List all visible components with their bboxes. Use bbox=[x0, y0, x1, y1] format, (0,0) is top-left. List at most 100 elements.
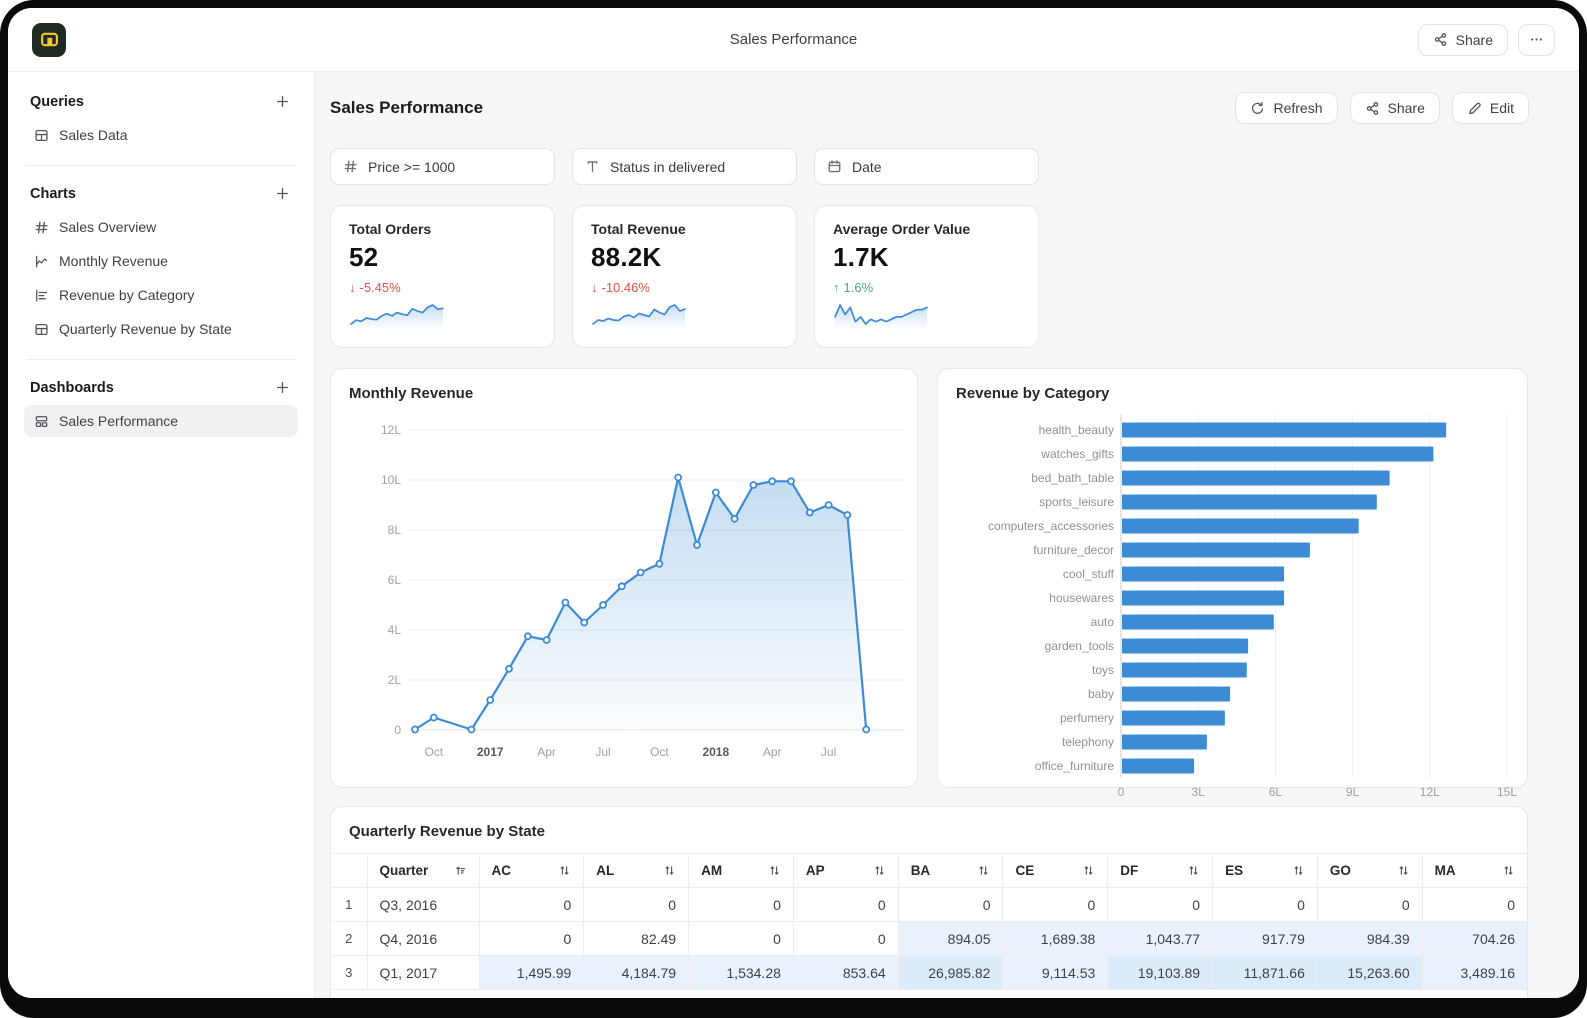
filter-price-1000[interactable]: Price >= 1000 bbox=[330, 148, 555, 185]
quarterly-revenue-table: QuarterACALAMAPBACEDFESGOMA1Q3, 20160000… bbox=[331, 853, 1527, 990]
add-charts-button[interactable] bbox=[273, 184, 292, 203]
svg-text:0: 0 bbox=[1118, 785, 1125, 799]
value-cell: 984.39 bbox=[1317, 922, 1422, 956]
page-title: Sales Performance bbox=[330, 98, 483, 118]
sort-asc-icon[interactable] bbox=[454, 864, 467, 877]
share-button[interactable]: Share bbox=[1350, 92, 1440, 124]
sort-both-icon bbox=[977, 864, 990, 877]
sidebar-section-title: Charts bbox=[30, 186, 76, 202]
value-cell: 894.05 bbox=[898, 922, 1003, 956]
sort-both-icon[interactable] bbox=[1082, 864, 1095, 877]
column-header-ma[interactable]: MA bbox=[1422, 854, 1527, 888]
sort-both-icon[interactable] bbox=[558, 864, 571, 877]
line-chart-svg: 02L4L6L8L10L12LOct2017AprJulOct2018AprJu… bbox=[357, 414, 913, 764]
plus-icon bbox=[275, 186, 290, 201]
column-header-ce[interactable]: CE bbox=[1003, 854, 1108, 888]
column-header-ac[interactable]: AC bbox=[479, 854, 584, 888]
sort-both-icon[interactable] bbox=[1502, 864, 1515, 877]
table-header-row: QuarterACALAMAPBACEDFESGOMA bbox=[331, 854, 1527, 888]
sort-both-icon bbox=[1292, 864, 1305, 877]
svg-text:toys: toys bbox=[1092, 663, 1114, 677]
sidebar-divider bbox=[26, 165, 296, 166]
bar-chart-icon bbox=[34, 288, 49, 303]
topbar-share-button[interactable]: Share bbox=[1418, 24, 1508, 56]
column-header-es[interactable]: ES bbox=[1213, 854, 1318, 888]
arrow-down-icon: ↓ bbox=[349, 280, 356, 295]
filter-date[interactable]: Date bbox=[814, 148, 1039, 185]
sort-both-icon bbox=[1082, 864, 1095, 877]
refresh-icon bbox=[1250, 101, 1265, 116]
value-cell: 3,489.16 bbox=[1422, 956, 1527, 990]
sidebar-item-monthly-revenue[interactable]: Monthly Revenue bbox=[24, 245, 298, 277]
sidebar-item-quarterly-revenue-by-state[interactable]: Quarterly Revenue by State bbox=[24, 313, 298, 345]
svg-text:perfumery: perfumery bbox=[1060, 711, 1114, 725]
add-queries-button[interactable] bbox=[273, 92, 292, 111]
value-cell: 0 bbox=[1108, 888, 1213, 922]
add-dashboards-button[interactable] bbox=[273, 378, 292, 397]
filter-status-in-delivered[interactable]: Status in delivered bbox=[572, 148, 797, 185]
kpi-delta-value: 1.6% bbox=[844, 280, 874, 295]
sort-asc-icon bbox=[454, 864, 467, 877]
app-logo[interactable] bbox=[32, 23, 66, 57]
svg-text:auto: auto bbox=[1091, 615, 1115, 629]
window-frame: Sales Performance Share QueriesSales Dat… bbox=[0, 0, 1587, 1018]
sidebar-item-revenue-by-category[interactable]: Revenue by Category bbox=[24, 279, 298, 311]
column-header-go[interactable]: GO bbox=[1317, 854, 1422, 888]
svg-text:Oct: Oct bbox=[424, 745, 443, 759]
share-button-label: Share bbox=[1456, 32, 1493, 48]
plus-icon bbox=[275, 380, 290, 395]
more-button[interactable] bbox=[1518, 24, 1555, 56]
table-row: 3Q1, 20171,495.994,184.791,534.28853.642… bbox=[331, 956, 1527, 990]
sort-both-icon bbox=[1502, 864, 1515, 877]
value-cell: 0 bbox=[898, 888, 1003, 922]
kpi-title: Average Order Value bbox=[833, 221, 1020, 237]
quarter-cell: Q1, 2017 bbox=[367, 956, 479, 990]
value-cell: 1,495.99 bbox=[479, 956, 584, 990]
svg-text:12L: 12L bbox=[381, 423, 401, 437]
sort-both-icon[interactable] bbox=[768, 864, 781, 877]
sort-both-icon[interactable] bbox=[873, 864, 886, 877]
sidebar-section-head: Dashboards bbox=[24, 374, 298, 405]
column-header-am[interactable]: AM bbox=[689, 854, 794, 888]
sort-both-icon[interactable] bbox=[1292, 864, 1305, 877]
column-header-ap[interactable]: AP bbox=[793, 854, 898, 888]
line-chart-icon bbox=[34, 254, 49, 269]
edit-icon bbox=[1467, 101, 1482, 116]
edit-button[interactable]: Edit bbox=[1452, 92, 1529, 124]
page-actions: Refresh Share Edit bbox=[1235, 92, 1529, 124]
sidebar-item-sales-overview[interactable]: Sales Overview bbox=[24, 211, 298, 243]
arrow-up-icon: ↑ bbox=[833, 280, 840, 295]
quarter-cell: Q3, 2016 bbox=[367, 888, 479, 922]
row-number: 3 bbox=[331, 956, 367, 990]
logo-icon bbox=[40, 30, 59, 49]
svg-text:watches_gifts: watches_gifts bbox=[1040, 447, 1114, 461]
value-cell: 1,689.38 bbox=[1003, 922, 1108, 956]
refresh-button[interactable]: Refresh bbox=[1235, 92, 1337, 124]
svg-text:Oct: Oct bbox=[650, 745, 669, 759]
value-cell: 0 bbox=[584, 888, 689, 922]
sidebar-item-sales-performance[interactable]: Sales Performance bbox=[24, 405, 298, 437]
sidebar-item-label: Quarterly Revenue by State bbox=[59, 321, 232, 337]
sidebar-section-head: Charts bbox=[24, 180, 298, 211]
sidebar-item-label: Sales Data bbox=[59, 127, 127, 143]
sort-both-icon[interactable] bbox=[977, 864, 990, 877]
share-icon bbox=[1433, 32, 1448, 47]
column-header-al[interactable]: AL bbox=[584, 854, 689, 888]
sort-both-icon[interactable] bbox=[1397, 864, 1410, 877]
sort-both-icon[interactable] bbox=[663, 864, 676, 877]
svg-text:Jul: Jul bbox=[821, 745, 836, 759]
app-window: Sales Performance Share QueriesSales Dat… bbox=[8, 8, 1579, 998]
sort-both-icon[interactable] bbox=[1187, 864, 1200, 877]
value-cell: 917.79 bbox=[1213, 922, 1318, 956]
column-header-quarter[interactable]: Quarter bbox=[367, 854, 479, 888]
value-cell: 1,043.77 bbox=[1108, 922, 1213, 956]
sidebar-item-sales-data[interactable]: Sales Data bbox=[24, 119, 298, 151]
table-row: 1Q3, 20160000000000 bbox=[331, 888, 1527, 922]
value-cell: 19,103.89 bbox=[1108, 956, 1213, 990]
monthly-revenue-card: Monthly Revenue 02L4L6L8L10L12LOct2017Ap… bbox=[330, 368, 918, 788]
svg-text:9L: 9L bbox=[1346, 785, 1360, 799]
kpi-card-total-orders: Total Orders52↓-5.45% bbox=[330, 205, 555, 348]
column-header-ba[interactable]: BA bbox=[898, 854, 1003, 888]
sort-both-icon bbox=[873, 864, 886, 877]
column-header-df[interactable]: DF bbox=[1108, 854, 1213, 888]
